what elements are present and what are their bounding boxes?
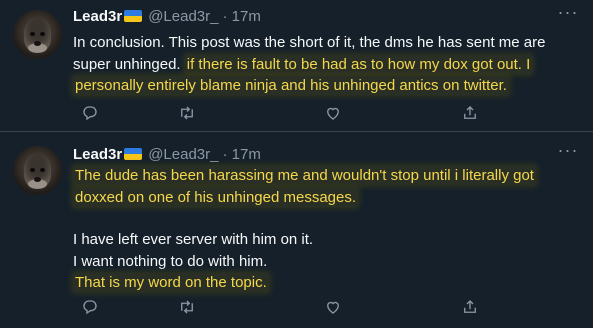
timestamp[interactable]: · 17m [222, 146, 260, 163]
display-name[interactable]: Lead3r [73, 146, 122, 163]
action-bar [73, 104, 578, 122]
ukraine-flag-icon [124, 10, 143, 22]
action-bar [73, 298, 578, 316]
like-icon[interactable] [324, 298, 342, 316]
share-icon[interactable] [461, 104, 479, 122]
tweet-header: Lead3r @Lead3r_ · 17m [73, 145, 261, 163]
text-segment: I have left ever server with him on it. [73, 231, 314, 248]
timestamp[interactable]: · 17m [222, 8, 260, 25]
text-segment: I want nothing to do with him. [73, 252, 268, 270]
highlighted-text: if there is fault to be had as to how my… [184, 54, 533, 74]
tweet-text: The dude has been harassing me and would… [73, 165, 578, 294]
ukraine-flag-icon [124, 148, 143, 160]
reply-icon[interactable] [81, 298, 99, 316]
highlighted-text: doxxed on one of his unhinged messages. [73, 187, 359, 207]
retweet-icon[interactable] [178, 104, 196, 122]
handle[interactable]: @Lead3r_ [148, 8, 218, 25]
tweet-header: Lead3r @Lead3r_ · 17m [73, 7, 261, 25]
avatar[interactable] [13, 10, 62, 59]
highlighted-text: personally entirely blame ninja and his … [73, 76, 509, 95]
handle[interactable]: @Lead3r_ [148, 146, 218, 163]
tweet-text: In conclusion. This post was the short o… [73, 32, 578, 97]
text-segment: super unhinged. [73, 55, 185, 73]
more-icon[interactable]: ··· [556, 3, 580, 25]
tweet-2[interactable]: Lead3r @Lead3r_ · 17m ··· The dude has b… [0, 132, 593, 328]
avatar[interactable] [13, 146, 62, 195]
more-icon[interactable]: ··· [556, 141, 580, 163]
display-name[interactable]: Lead3r [73, 8, 122, 25]
share-icon[interactable] [461, 298, 479, 316]
text-segment: In conclusion. This post was the short o… [73, 34, 546, 51]
like-icon[interactable] [324, 104, 342, 122]
tweet-1[interactable]: Lead3r @Lead3r_ · 17m ··· In conclusion.… [0, 0, 593, 132]
reply-icon[interactable] [81, 104, 99, 122]
highlighted-text: The dude has been harassing me and would… [73, 166, 536, 185]
tweet-thread: Lead3r @Lead3r_ · 17m ··· In conclusion.… [0, 0, 593, 328]
highlighted-text: That is my word on the topic. [73, 273, 269, 292]
retweet-icon[interactable] [178, 298, 196, 316]
